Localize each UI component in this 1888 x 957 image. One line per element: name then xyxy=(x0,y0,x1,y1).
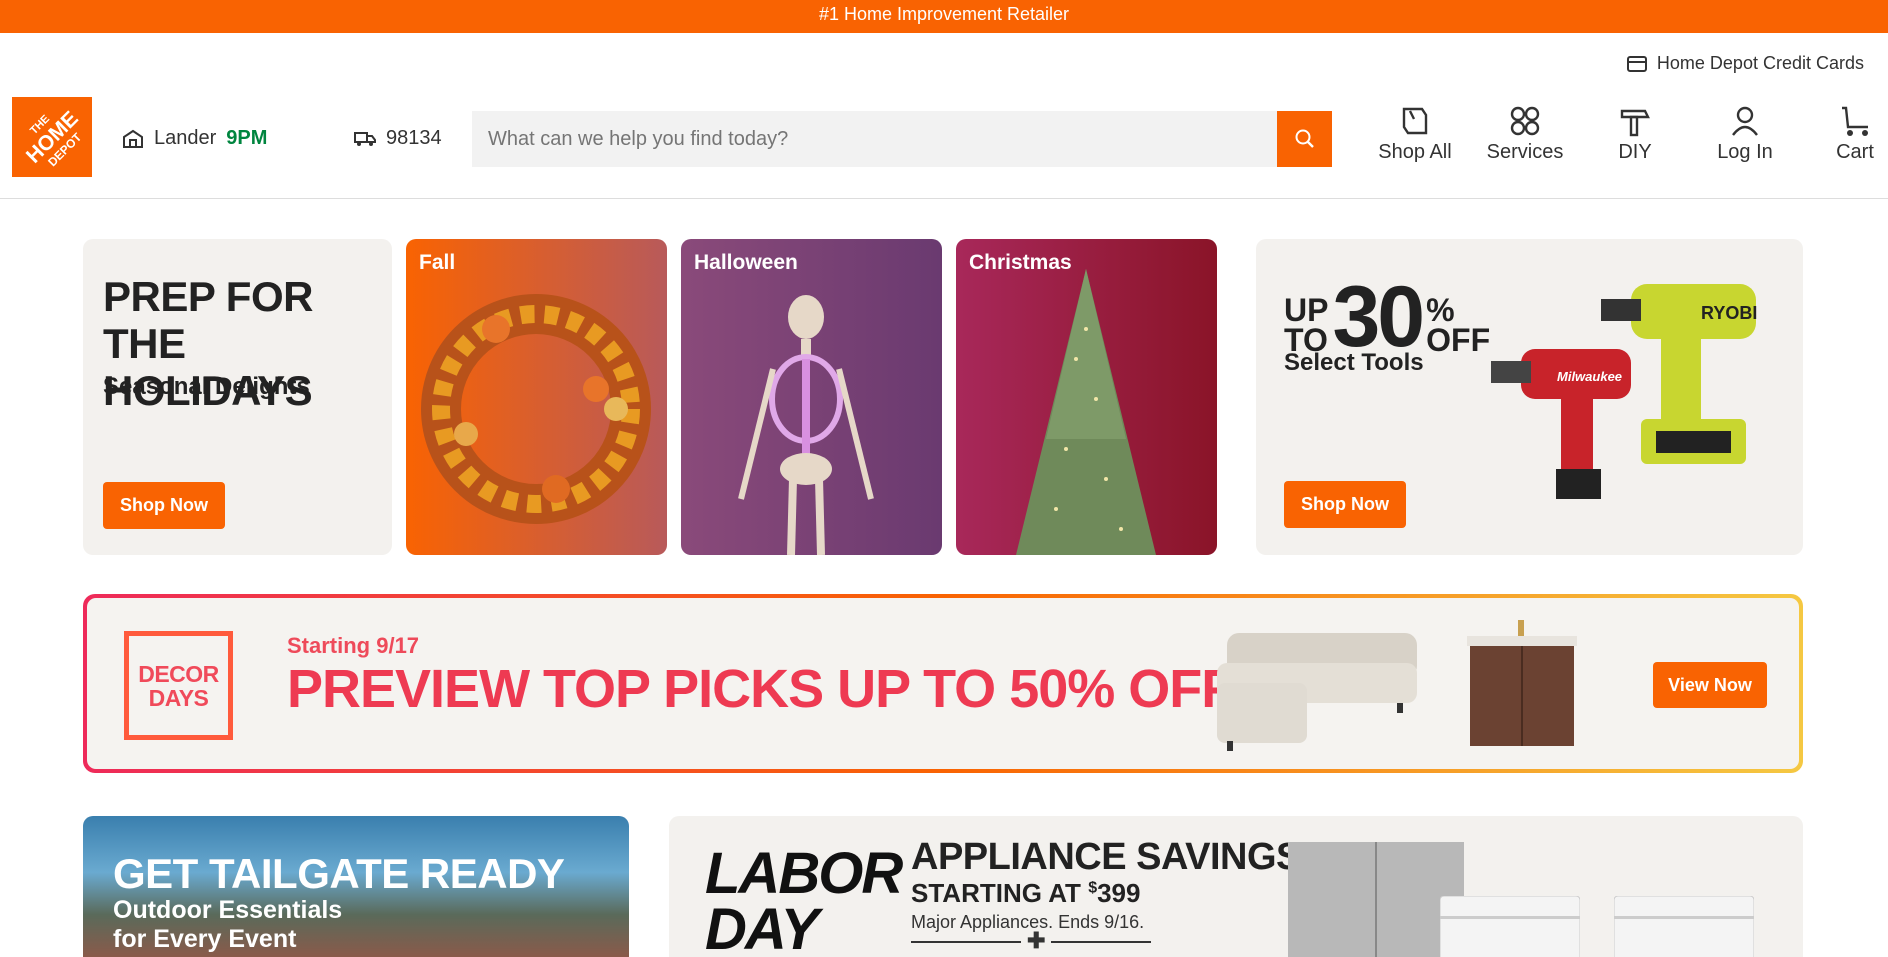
labor-day-logo: LABOR DAY xyxy=(705,841,903,957)
hammer-icon xyxy=(1620,109,1650,137)
tailgate-title: GET TAILGATE READY xyxy=(113,850,565,897)
store-hours: 9PM xyxy=(226,127,268,149)
tools-shop-now-button[interactable]: Shop Now xyxy=(1284,481,1406,528)
topbar-text: #1 Home Improvement Retailer xyxy=(818,4,1070,24)
store-icon xyxy=(123,129,143,148)
season-label: Fall xyxy=(419,251,456,274)
washer-image xyxy=(1440,896,1580,957)
tailgate-promo-card[interactable]: GET TAILGATE READY Outdoor Essentials for… xyxy=(83,816,629,957)
tools-discount: UP TO 30 % OFF xyxy=(1284,269,1491,365)
tools-sale-card[interactable]: UP TO 30 % OFF Select Tools Shop Now RYOBI… xyxy=(1256,239,1803,555)
decor-view-now-button[interactable]: View Now xyxy=(1653,662,1767,708)
labor-day-appliance-card[interactable]: LABOR DAY APPLIANCE SAVINGS STARTING AT $… xyxy=(669,816,1803,957)
user-icon xyxy=(1732,106,1758,136)
nav-label: Shop All xyxy=(1378,141,1452,163)
holiday-promo-row: PREP FOR THE HOLIDAYS Seasonal Delights S… xyxy=(83,239,1803,555)
season-label: Halloween xyxy=(694,251,798,274)
tools-subtitle: Select Tools xyxy=(1284,349,1424,376)
plus-icon: ✚ xyxy=(1021,928,1052,954)
header-nav: Shop All Services DIY Log In Cart xyxy=(1360,105,1888,164)
delivery-zip-selector[interactable]: 98134 xyxy=(354,127,442,150)
prep-holidays-card[interactable]: PREP FOR THE HOLIDAYS Seasonal Delights S… xyxy=(83,239,392,555)
season-card-christmas[interactable]: Christmas xyxy=(956,239,1217,555)
nav-diy[interactable]: DIY xyxy=(1580,105,1690,164)
decor-headline: PREVIEW TOP PICKS UP TO 50% OFF xyxy=(287,659,1234,719)
prep-shop-now-button[interactable]: Shop Now xyxy=(103,482,225,529)
credit-card-icon xyxy=(1626,55,1647,72)
decor-days-banner[interactable]: DECOR DAYS Starting 9/17 PREVIEW TOP PIC… xyxy=(83,594,1803,773)
christmas-tree-image xyxy=(1016,269,1156,555)
credit-cards-link[interactable]: Home Depot Credit Cards xyxy=(1626,53,1864,74)
nav-label: Cart xyxy=(1836,141,1874,163)
search-button[interactable] xyxy=(1277,111,1332,167)
store-name: Lander xyxy=(154,127,217,149)
nav-label: DIY xyxy=(1618,141,1652,163)
site-header: Home Depot Credit Cards THE HOME DEPOT L… xyxy=(0,33,1888,199)
wreath-image xyxy=(421,294,651,524)
season-card-halloween[interactable]: Halloween xyxy=(681,239,942,555)
tailgate-subtitle: Outdoor Essentials for Every Event xyxy=(113,896,343,953)
dryer-image xyxy=(1614,896,1754,957)
nav-label: Services xyxy=(1486,141,1564,163)
drills-image: RYOBI Milwaukee xyxy=(1491,284,1757,499)
nav-label: Log In xyxy=(1717,141,1773,163)
decor-starting-date: Starting 9/17 xyxy=(287,633,420,658)
cart-icon xyxy=(1842,106,1868,136)
nav-login[interactable]: Log In xyxy=(1690,105,1800,164)
nav-services[interactable]: Services xyxy=(1470,105,1580,164)
delivery-zip: 98134 xyxy=(386,127,442,149)
nav-cart[interactable]: Cart xyxy=(1800,105,1888,164)
refrigerator-image xyxy=(1288,842,1464,957)
search-icon xyxy=(1295,129,1314,148)
milwaukee-brand: Milwaukee xyxy=(1557,369,1622,384)
appliance-price: STARTING AT $399 xyxy=(911,878,1141,908)
delivery-truck-icon xyxy=(354,131,376,146)
search-bar xyxy=(472,111,1332,167)
decor-days-badge: DECOR DAYS xyxy=(124,631,233,740)
season-label: Christmas xyxy=(969,251,1072,274)
prep-subtitle: Seasonal Delights xyxy=(103,373,310,400)
appliance-headline: APPLIANCE SAVINGS xyxy=(911,836,1301,878)
season-card-fall[interactable]: Fall xyxy=(406,239,667,555)
sofa-image xyxy=(1217,633,1417,751)
promo-topbar: #1 Home Improvement Retailer xyxy=(0,0,1888,33)
nav-shop-all[interactable]: Shop All xyxy=(1360,105,1470,164)
skeleton-image xyxy=(738,295,874,555)
store-selector[interactable]: Lander 9PM xyxy=(122,127,267,150)
search-input[interactable] xyxy=(472,111,1277,167)
home-depot-logo[interactable]: THE HOME DEPOT xyxy=(12,97,92,177)
credit-cards-label: Home Depot Credit Cards xyxy=(1656,53,1864,73)
shop-all-icon xyxy=(1402,107,1428,135)
services-icon xyxy=(1510,106,1540,136)
vanity-image xyxy=(1467,620,1577,746)
ryobi-brand: RYOBI xyxy=(1701,303,1757,323)
